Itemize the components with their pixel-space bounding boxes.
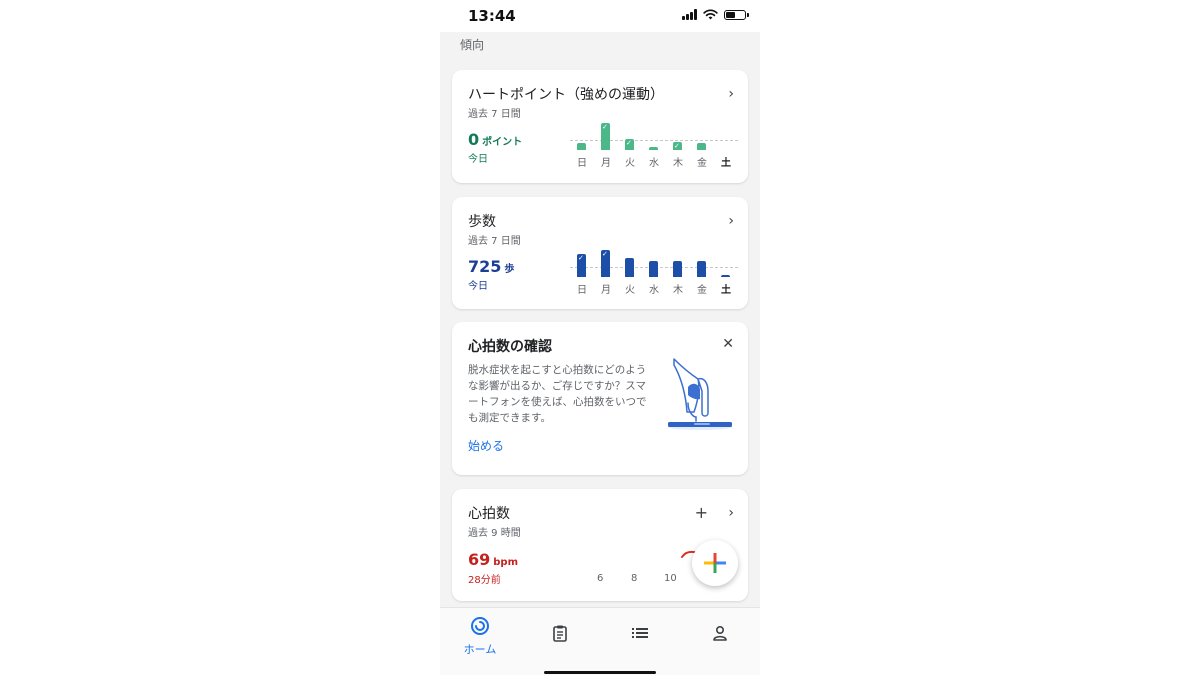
steps-chart: ✓ 日 ✓ 月 火 水 木 金 土 [570, 247, 738, 303]
google-plus-icon [704, 553, 726, 573]
heart-rate-promo-card: 心拍数の確認 ✕ 脱水症状を起こすと心拍数にどのような影響が出るか、ご存じですか… [452, 322, 748, 475]
person-icon [713, 625, 727, 641]
chart-bar: ✓ [577, 254, 586, 277]
day-label: 金 [697, 158, 707, 169]
heart-points-subtitle: 過去 7 日間 [468, 109, 521, 120]
day-label: 水 [649, 158, 659, 169]
cellular-signal-icon [682, 9, 697, 20]
finger-on-camera-illustration [668, 358, 732, 430]
chart-bar [625, 258, 634, 277]
promo-title: 心拍数の確認 [468, 339, 552, 355]
nav-profile[interactable] [680, 624, 760, 646]
status-icons [682, 9, 749, 20]
steps-today: 今日 [468, 281, 488, 292]
section-title: 傾向 [460, 38, 485, 52]
status-time: 13:44 [468, 7, 516, 25]
nav-home-label: ホーム [463, 643, 497, 656]
chart-bar [649, 147, 658, 150]
day-label: 月 [601, 158, 611, 169]
chart-bar: ✓ [601, 250, 610, 277]
chevron-right-icon[interactable]: › [728, 213, 734, 229]
heart-rate-subtitle: 過去 9 時間 [468, 528, 521, 539]
battery-icon [724, 9, 749, 20]
day-label: 火 [625, 158, 635, 169]
chart-bar: ✓ [673, 142, 682, 150]
home-indicator [544, 671, 656, 674]
steps-title: 歩数 [468, 214, 496, 230]
status-bar: 13:44 [440, 0, 760, 32]
day-label: 日 [577, 158, 587, 169]
chart-bar: ✓ [625, 139, 634, 150]
day-label: 土 [721, 158, 731, 169]
nav-home[interactable]: ホーム [440, 616, 520, 657]
close-icon[interactable]: ✕ [722, 336, 734, 352]
chart-bar [721, 275, 730, 277]
goal-line [570, 140, 738, 141]
check-icon: ✓ [602, 123, 608, 131]
chevron-right-icon[interactable]: › [728, 505, 734, 521]
steps-value: 725 歩 [468, 257, 515, 276]
check-icon: ✓ [626, 139, 632, 147]
steps-subtitle: 過去 7 日間 [468, 236, 521, 247]
day-label: 水 [649, 285, 659, 296]
chart-bar [697, 261, 706, 277]
phone-screen: 13:44 傾向 ハートポイント（強めの運動） 過去 7 日間 › 0 ポイント … [440, 0, 760, 675]
bottom-navigation: ホーム [440, 607, 760, 675]
get-started-link[interactable]: 始める [468, 437, 504, 454]
heart-rate-title: 心拍数 [468, 506, 510, 522]
chart-bar [649, 261, 658, 277]
chart-bar [577, 143, 586, 150]
add-measurement-icon[interactable]: + [695, 503, 708, 522]
add-fab-button[interactable] [692, 540, 738, 586]
day-label: 金 [697, 285, 707, 296]
wifi-icon [703, 9, 718, 20]
day-label: 木 [673, 285, 683, 296]
heart-points-value: 0 ポイント [468, 130, 523, 149]
check-icon: ✓ [602, 250, 608, 258]
heart-rate-value: 69 bpm [468, 550, 519, 569]
list-icon [632, 628, 648, 638]
x-tick-label: 6 [597, 573, 604, 584]
day-label: 木 [673, 158, 683, 169]
day-label: 火 [625, 285, 635, 296]
promo-body: 脱水症状を起こすと心拍数にどのような影響が出るか、ご存じですか？スマートフォンを… [468, 364, 647, 424]
chart-bar: ✓ [601, 123, 610, 150]
chevron-right-icon[interactable]: › [728, 86, 734, 102]
chart-bar [697, 143, 706, 150]
heart-points-chart: 日 ✓ 月 ✓ 火 水 ✓ 木 金 土 [570, 120, 738, 176]
x-tick-label: 10 [664, 573, 677, 584]
check-icon: ✓ [674, 142, 680, 150]
check-icon: ✓ [578, 254, 584, 262]
heart-points-card[interactable]: ハートポイント（強めの運動） 過去 7 日間 › 0 ポイント 今日 日 ✓ 月 ✓ 火 水… [452, 70, 748, 183]
x-tick-label: 8 [631, 573, 638, 584]
clipboard-icon [553, 625, 567, 642]
nav-journal[interactable] [520, 624, 600, 646]
day-label: 月 [601, 285, 611, 296]
heart-rate-time-ago: 28分前 [468, 575, 501, 586]
chart-bar [673, 261, 682, 277]
day-label: 土 [721, 285, 731, 296]
nav-browse[interactable] [600, 625, 680, 645]
day-label: 日 [577, 285, 587, 296]
heart-points-title: ハートポイント（強めの運動） [468, 87, 664, 103]
heart-points-today: 今日 [468, 154, 488, 165]
home-rings-icon [471, 617, 489, 635]
steps-card[interactable]: 歩数 過去 7 日間 › 725 歩 今日 ✓ 日 ✓ 月 火 水 木 金 土 [452, 197, 748, 309]
